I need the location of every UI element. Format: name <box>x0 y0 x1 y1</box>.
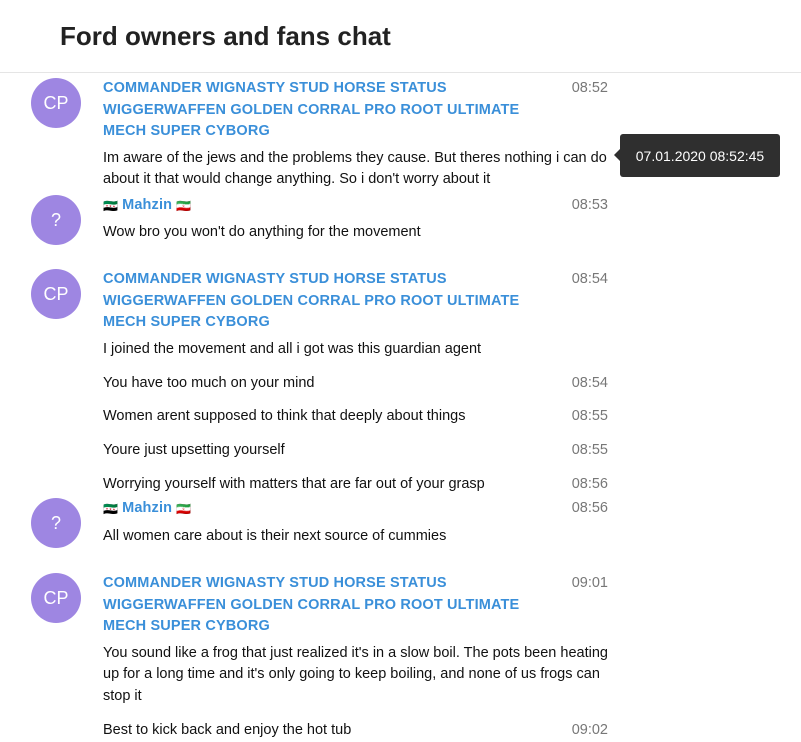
message-text: Im aware of the jews and the problems th… <box>103 149 607 188</box>
sender-row: 🇸🇾 Mahzin 🇮🇷 08:56 <box>103 498 608 520</box>
sender-name-row: 🇸🇾 Mahzin 🇮🇷 <box>103 195 565 217</box>
message-text: All women care about is their next sourc… <box>103 527 447 544</box>
message: Youre just upsetting yourself 08:55 <box>103 440 608 462</box>
sender-row: COMMANDER WIGNASTY STUD HORSE STATUS WIG… <box>103 78 608 143</box>
message-text: Worrying yourself with matters that are … <box>103 476 485 492</box>
message: All women care about is their next sourc… <box>103 526 608 548</box>
syria-flag-icon: 🇸🇾 <box>103 501 119 516</box>
message: You sound like a frog that just realized… <box>103 643 608 708</box>
message: I joined the movement and all i got was … <box>103 339 608 361</box>
timestamp-tooltip: 07.01.2020 08:52:45 <box>614 134 780 177</box>
message-time[interactable]: 08:54 <box>572 269 608 291</box>
message-time[interactable]: 08:56 <box>572 474 608 496</box>
message-group: CP COMMANDER WIGNASTY STUD HORSE STATUS … <box>0 78 608 191</box>
message-text: Best to kick back and enjoy the hot tub <box>103 722 352 738</box>
message-time[interactable]: 08:54 <box>572 373 608 395</box>
message: You have too much on your mind 08:54 <box>103 373 608 395</box>
sender-name-row: 🇸🇾 Mahzin 🇮🇷 <box>103 498 565 520</box>
avatar[interactable]: CP <box>31 269 81 319</box>
sender-name[interactable]: COMMANDER WIGNASTY STUD HORSE STATUS WIG… <box>103 269 565 334</box>
message-group: CP COMMANDER WIGNASTY STUD HORSE STATUS … <box>0 269 608 496</box>
sender-name[interactable]: COMMANDER WIGNASTY STUD HORSE STATUS WIG… <box>103 573 565 638</box>
iran-flag-icon: 🇮🇷 <box>176 501 192 516</box>
message-text: I joined the movement and all i got was … <box>103 340 482 357</box>
message: Im aware of the jews and the problems th… <box>103 148 608 191</box>
avatar[interactable]: CP <box>31 573 81 623</box>
sender-name[interactable]: Mahzin <box>122 195 172 217</box>
message-time[interactable]: 09:02 <box>572 720 608 742</box>
message-text: Wow bro you won't do anything for the mo… <box>103 223 421 240</box>
message: Best to kick back and enjoy the hot tub … <box>103 720 608 742</box>
message: Women arent supposed to think that deepl… <box>103 406 608 428</box>
avatar[interactable]: ? <box>31 498 81 548</box>
message-text: Youre just upsetting yourself <box>103 442 285 458</box>
sender-name[interactable]: COMMANDER WIGNASTY STUD HORSE STATUS WIG… <box>103 78 565 143</box>
sender-name[interactable]: Mahzin <box>122 498 172 520</box>
sender-row: COMMANDER WIGNASTY STUD HORSE STATUS WIG… <box>103 573 608 638</box>
message-text: You have too much on your mind <box>103 374 315 391</box>
message-time[interactable]: 08:52 <box>572 78 608 100</box>
message-group: ? 🇸🇾 Mahzin 🇮🇷 08:56 All women care abou… <box>0 498 608 548</box>
message-time[interactable]: 08:56 <box>572 498 608 520</box>
message-time[interactable]: 09:01 <box>572 573 608 595</box>
sender-row: COMMANDER WIGNASTY STUD HORSE STATUS WIG… <box>103 269 608 334</box>
sender-row: 🇸🇾 Mahzin 🇮🇷 08:53 <box>103 195 608 217</box>
tooltip-text: 07.01.2020 08:52:45 <box>635 147 765 164</box>
avatar[interactable]: CP <box>31 78 81 128</box>
message: Wow bro you won't do anything for the mo… <box>103 222 608 244</box>
message: Worrying yourself with matters that are … <box>103 474 608 496</box>
message-time[interactable]: 08:55 <box>572 440 608 462</box>
iran-flag-icon: 🇮🇷 <box>176 198 192 213</box>
message-text: Women arent supposed to think that deepl… <box>103 408 466 424</box>
chat-header: Ford owners and fans chat <box>0 0 801 73</box>
syria-flag-icon: 🇸🇾 <box>103 198 119 213</box>
chat-title: Ford owners and fans chat <box>60 20 391 51</box>
message-time[interactable]: 08:53 <box>572 195 608 217</box>
avatar[interactable]: ? <box>31 195 81 245</box>
message-group: ? 🇸🇾 Mahzin 🇮🇷 08:53 Wow bro you won't d… <box>0 195 608 245</box>
message-group: CP COMMANDER WIGNASTY STUD HORSE STATUS … <box>0 573 608 742</box>
message-text: You sound like a frog that just realized… <box>103 644 608 704</box>
message-time[interactable]: 08:55 <box>572 406 608 428</box>
